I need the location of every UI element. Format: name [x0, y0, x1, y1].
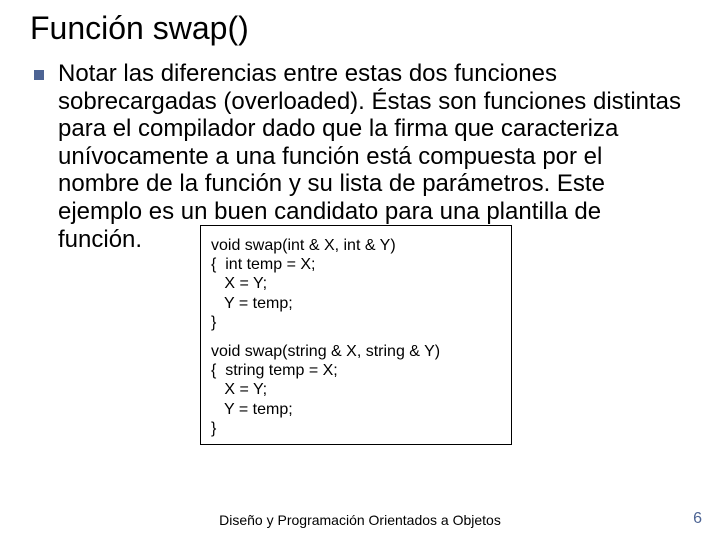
code-box: void swap(int & X, int & Y) { int temp =… [200, 225, 512, 445]
footer-text: Diseño y Programación Orientados a Objet… [0, 512, 720, 528]
code-swap-int: void swap(int & X, int & Y) { int temp =… [211, 236, 501, 332]
square-bullet-icon [34, 70, 44, 80]
slide: Función swap() Notar las diferencias ent… [0, 0, 720, 540]
slide-title: Función swap() [30, 10, 249, 47]
code-swap-string: void swap(string & X, string & Y) { stri… [211, 342, 501, 438]
page-number: 6 [693, 510, 702, 528]
